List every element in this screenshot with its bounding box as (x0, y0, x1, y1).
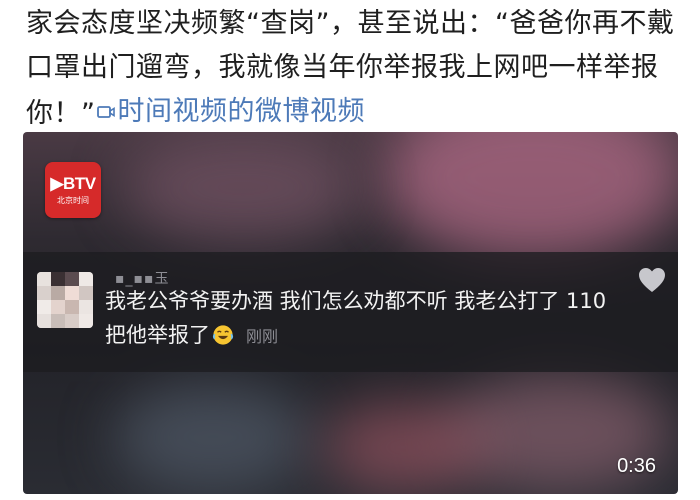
background-blur (383, 132, 678, 262)
background-blur (113, 382, 313, 492)
video-link[interactable]: 时间视频的微博视频 (96, 90, 366, 134)
comment-body: 我老公爷爷要办酒 我们怎么劝都不听 我老公打了 110 把他举报了 刚刚 (105, 284, 625, 354)
avatar-pixel (79, 286, 93, 300)
btv-logo-sub: 北京时间 (57, 195, 89, 205)
video-duration: 0:36 (617, 455, 656, 477)
video-link-label: 时间视频的微博视频 (117, 96, 365, 127)
avatar-pixel (65, 286, 79, 300)
avatar-pixel (65, 300, 79, 314)
avatar-pixel (37, 300, 51, 314)
background-blur (123, 132, 363, 242)
laughing-crying-emoji-icon (212, 325, 234, 345)
comment-text: 我老公爷爷要办酒 我们怎么劝都不听 我老公打了 110 把他举报了 (105, 289, 607, 347)
avatar-pixel (37, 272, 51, 286)
btv-channel-logo: ▶BTV 北京时间 (45, 162, 101, 218)
video-player[interactable]: ▶BTV 北京时间 ▪_▪▪玉 我老公爷爷要办酒 我们怎么劝都不听 我老公打了 … (23, 132, 678, 494)
comment-time: 刚刚 (246, 327, 279, 346)
avatar-pixel (51, 272, 65, 286)
avatar-pixel (79, 272, 93, 286)
btv-logo-main: ▶BTV (50, 173, 96, 193)
heart-icon[interactable] (637, 266, 667, 294)
avatar-pixel (51, 314, 65, 328)
avatar-pixel (65, 314, 79, 328)
avatar-pixel (37, 314, 51, 328)
avatar-pixel (79, 300, 93, 314)
avatar (37, 272, 93, 328)
avatar-pixel (65, 272, 79, 286)
avatar-pixel (51, 300, 65, 314)
avatar-pixel (51, 286, 65, 300)
post-text-block: 家会态度坚决频繁“查岗”，甚至说出：“爸爸你再不戴口罩出门遛弯，我就像当年你举报… (26, 2, 686, 136)
avatar-pixel (37, 286, 51, 300)
background-blur (323, 402, 483, 492)
avatar-pixel (79, 314, 93, 328)
video-link-icon (96, 106, 115, 118)
